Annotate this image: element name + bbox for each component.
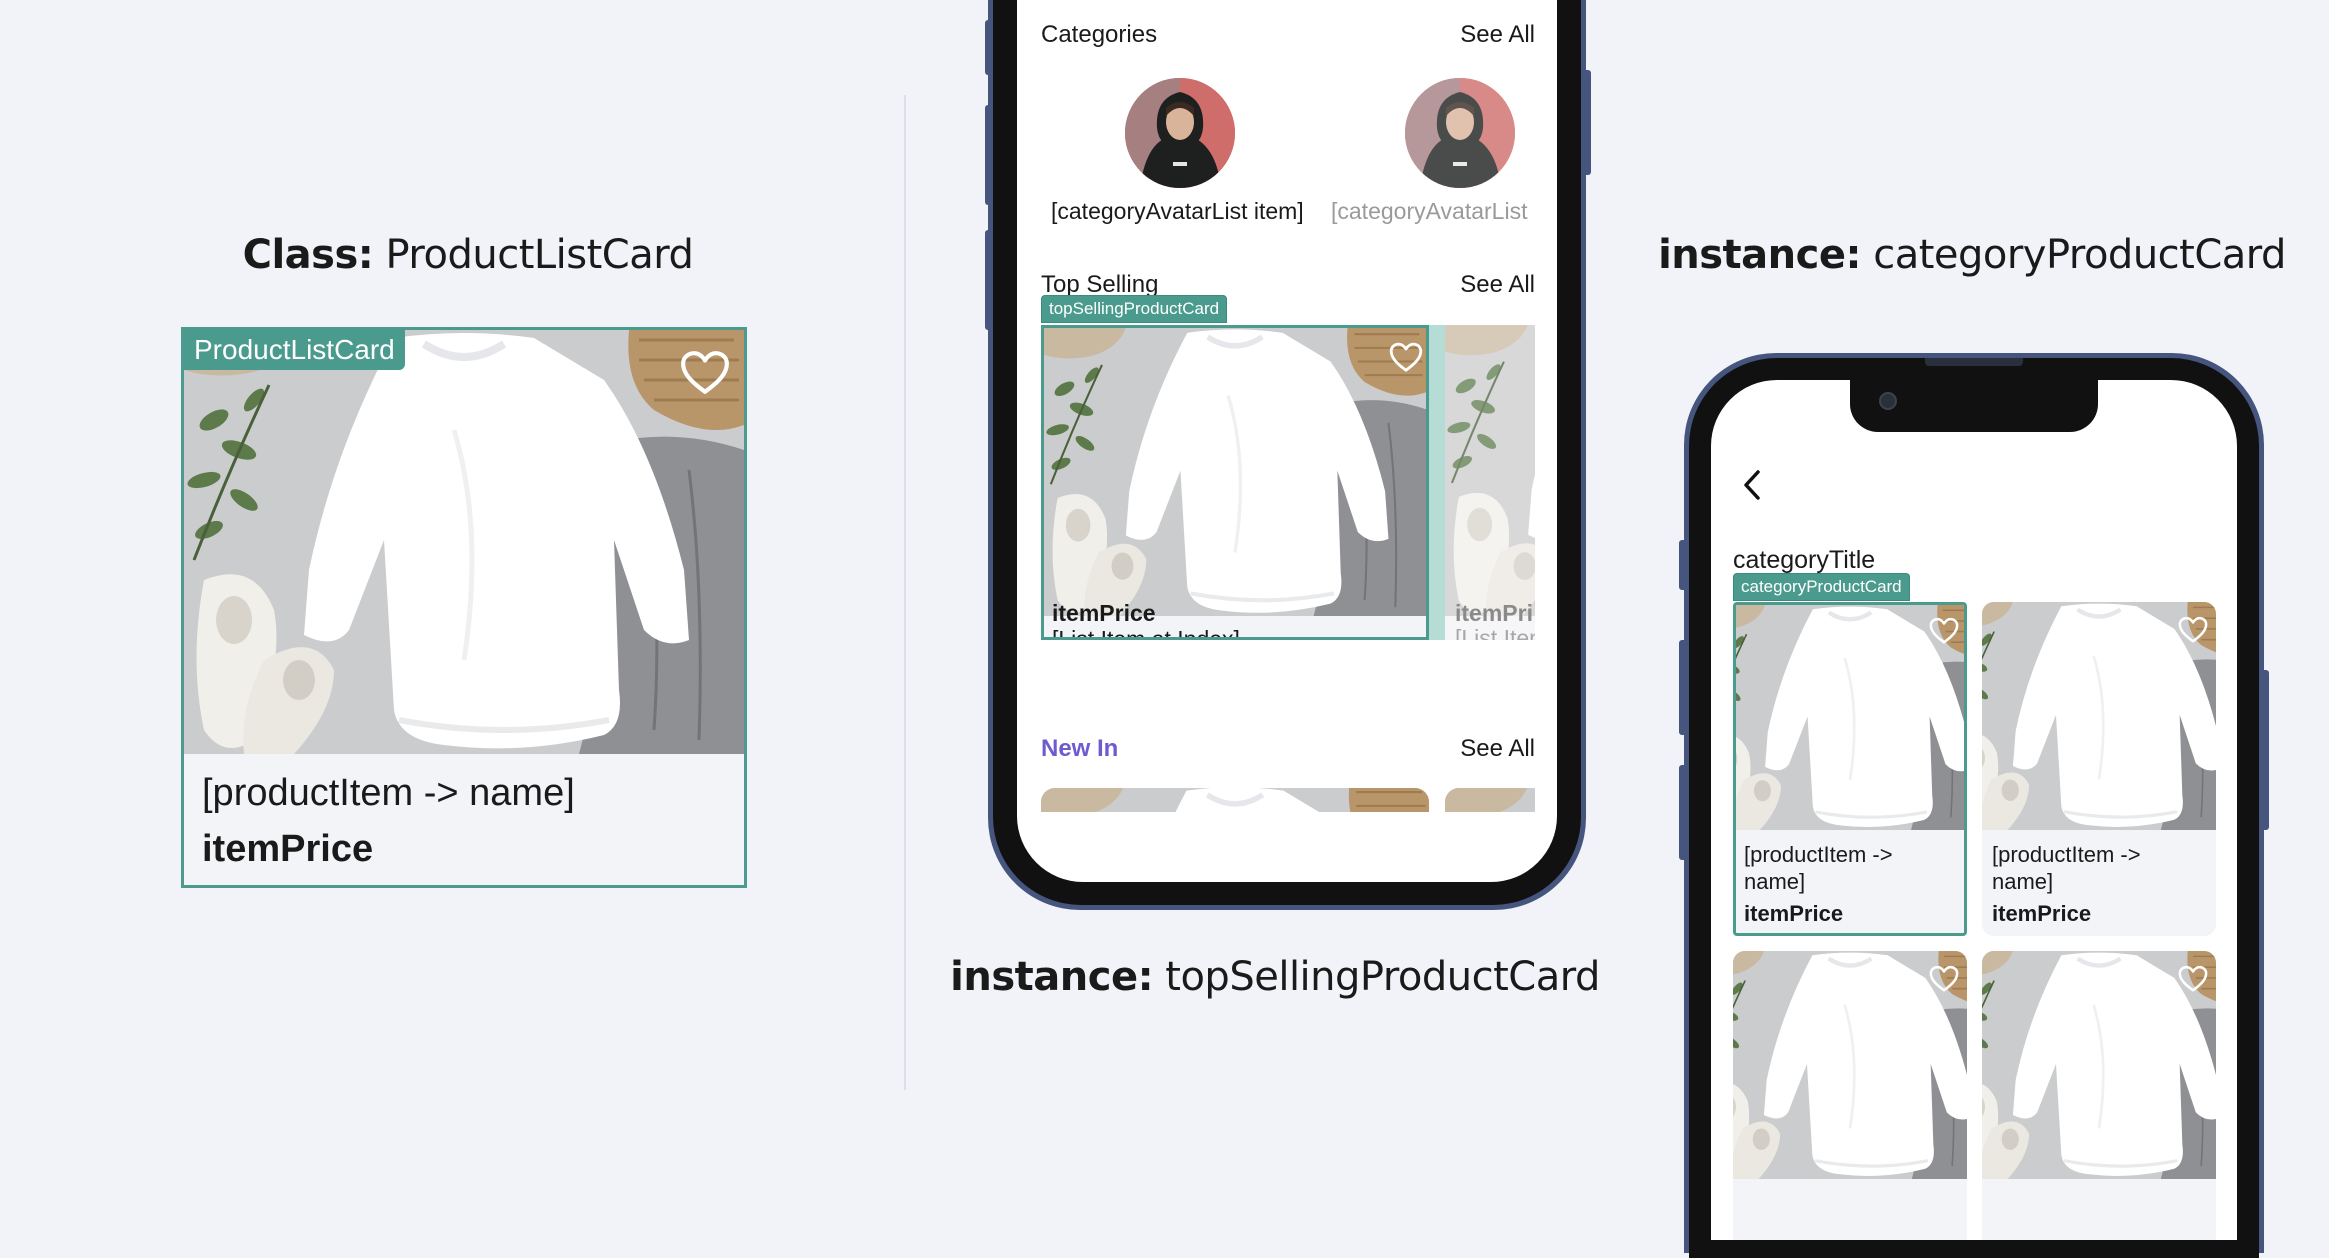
- top-selling-title: Top Selling: [1041, 271, 1159, 298]
- heart-outline-icon[interactable]: [1389, 342, 1423, 373]
- category-product-card[interactable]: [1982, 951, 2216, 1240]
- product-image: [184, 330, 744, 754]
- front-camera: [1879, 392, 1897, 410]
- categories-title: Categories: [1041, 21, 1158, 48]
- product-name: [productItem -> name]: [1744, 842, 1893, 894]
- product-image: [1445, 325, 1535, 616]
- heading-class-name: ProductListCard: [373, 232, 694, 278]
- new-in-header: New In See All: [1041, 735, 1535, 763]
- heading-bold-label: instance:: [950, 954, 1154, 1000]
- product-image: [1041, 788, 1429, 812]
- top-selling-see-all-button[interactable]: See All: [1460, 271, 1535, 299]
- category-avatar-label: [categoryAvatarList: [1331, 198, 1528, 224]
- heading-bold-label: instance:: [1658, 232, 1861, 278]
- categories-header: Categories See All: [1041, 21, 1535, 49]
- new-in-title: New In: [1041, 735, 1119, 762]
- category-product-card[interactable]: [productItem -> name] itemPrice: [1982, 602, 2216, 936]
- heart-outline-icon[interactable]: [2178, 965, 2208, 993]
- product-photo: [1445, 325, 1535, 616]
- phone-speaker: [1925, 358, 2023, 366]
- top-selling-product-card[interactable]: [List Item at Index]: [1041, 325, 1429, 640]
- category-avatar-label: [categoryAvatarList item]: [1051, 198, 1304, 224]
- product-photo: [1041, 788, 1429, 812]
- product-price: itemPri: [1455, 600, 1533, 626]
- section-divider: [904, 95, 906, 1090]
- product-photo: [1445, 788, 1535, 812]
- product-price: itemPrice: [1992, 901, 2092, 926]
- component-tag: categoryProductCard: [1733, 573, 1910, 601]
- heart-outline-icon[interactable]: [1929, 617, 1959, 645]
- card-spacing-highlight: [1429, 325, 1445, 640]
- heart-outline-icon[interactable]: [680, 350, 730, 396]
- product-list-card-class[interactable]: ProductListCard [productItem -> name] it…: [181, 327, 747, 888]
- phone-screen-category: categoryTitle categoryProductCard [produ…: [1711, 380, 2237, 1240]
- product-price: itemPrice: [1744, 901, 1844, 926]
- heading-bold-label: Class:: [242, 232, 374, 278]
- category-heading: instance: categoryProductCard: [1658, 232, 2286, 278]
- heading-instance-name: topSellingProductCard: [1153, 954, 1600, 1000]
- product-name: [productItem -> name]: [1992, 842, 2141, 894]
- class-heading: Class: ProductListCard: [243, 232, 694, 278]
- new-in-product-card[interactable]: [1445, 788, 1535, 812]
- phone-screen-top-selling: Categories See All [categoryAvatarList i…: [1017, 0, 1557, 882]
- product-name: [List Item: [1455, 625, 1535, 640]
- product-price: itemPrice: [1052, 600, 1156, 626]
- product-photo: [1044, 328, 1426, 616]
- category-product-card[interactable]: [productItem -> name] itemPrice: [1733, 602, 1967, 936]
- product-name: [productItem -> name]: [202, 772, 575, 814]
- product-price: itemPrice: [202, 828, 374, 870]
- categories-see-all-button[interactable]: See All: [1460, 21, 1535, 49]
- category-avatar[interactable]: [1405, 78, 1515, 188]
- product-photo: [184, 330, 744, 754]
- category-avatar[interactable]: [1125, 78, 1235, 188]
- category-product-card[interactable]: [1733, 951, 1967, 1240]
- product-image: [1445, 788, 1535, 812]
- component-tag: topSellingProductCard: [1041, 295, 1228, 323]
- category-title: categoryTitle: [1733, 546, 1876, 574]
- new-in-see-all-button[interactable]: See All: [1460, 735, 1535, 763]
- component-tag: ProductListCard: [184, 330, 405, 370]
- heart-outline-icon[interactable]: [1929, 965, 1959, 993]
- heart-outline-icon[interactable]: [2178, 616, 2208, 644]
- top-selling-heading: instance: topSellingProductCard: [950, 954, 1600, 1000]
- new-in-product-card[interactable]: [1041, 788, 1429, 812]
- heading-instance-name: categoryProductCard: [1860, 232, 2286, 278]
- product-name: [List Item at Index]: [1052, 626, 1240, 640]
- top-selling-product-card[interactable]: [List Item: [1445, 325, 1535, 640]
- chevron-left-icon[interactable]: [1741, 468, 1763, 502]
- product-image: [1044, 328, 1426, 616]
